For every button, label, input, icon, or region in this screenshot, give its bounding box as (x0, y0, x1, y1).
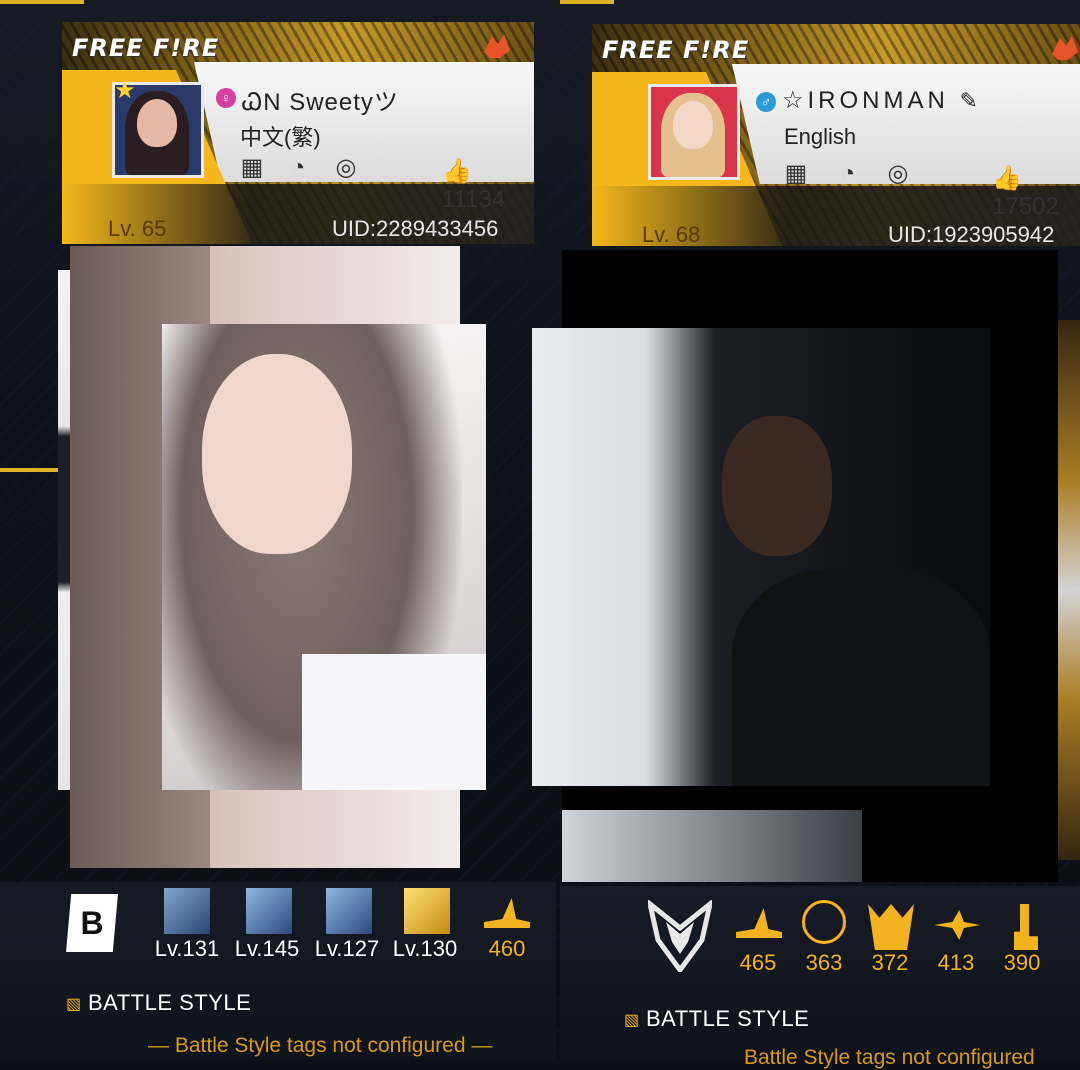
badge-label: 372 (871, 950, 909, 975)
likes-value: 11134 (442, 186, 506, 213)
badge-label: Lv.127 (314, 936, 380, 961)
photo-right-front (532, 328, 990, 786)
edge-tab (560, 0, 614, 4)
player-language: English (784, 124, 857, 149)
clock-icon[interactable]: ◔ (284, 154, 312, 182)
badge-b-icon[interactable]: B (66, 894, 118, 952)
badge-label: Lv.131 (154, 936, 220, 961)
player-language: 中文(繁) (240, 125, 321, 150)
skull-badge-icon[interactable] (246, 888, 292, 934)
edit-icon[interactable]: ✎ (960, 88, 982, 113)
badge-label: 460 (488, 936, 526, 961)
player-level: Lv. 68 (642, 222, 701, 246)
skull-badge-icon[interactable] (802, 900, 846, 944)
crosshair-icon[interactable]: ◎ (884, 160, 912, 188)
photo-face (202, 354, 352, 554)
guild-emblem-icon (484, 34, 510, 58)
player-name: ᏇN Sweetyツ (242, 89, 399, 116)
male-icon: ♂ (756, 92, 776, 112)
weapon-badge-icon[interactable] (164, 888, 210, 934)
photo-left-front (162, 324, 486, 790)
likes-count[interactable]: 👍11134 (442, 157, 534, 214)
calendar-icon[interactable]: ▦ (782, 160, 810, 188)
badge-label: Lv.145 (234, 936, 300, 961)
photo-shirt (302, 654, 486, 790)
female-icon: ♀ (216, 88, 236, 108)
calendar-icon[interactable]: ▦ (238, 154, 266, 182)
photo-head (722, 416, 832, 556)
badge-label: 363 (805, 950, 843, 975)
battle-style-empty-message: — Battle Style tags not configured — (148, 1034, 493, 1057)
photo-shirt (732, 568, 990, 786)
badge-label: Lv.130 (392, 936, 458, 961)
free-fire-logo: FREE F!RE (72, 34, 220, 62)
player-level: Lv. 65 (108, 216, 167, 241)
player-uid[interactable]: UID:2289433456 (332, 216, 498, 242)
battle-style-icon: ▧ (66, 996, 82, 1013)
badge-label: 390 (1003, 950, 1041, 975)
badge-label: 465 (739, 950, 777, 975)
left-profile-card[interactable]: FREE F!RE ★ ♀ ᏇN Sweetyツ 中文(繁) ▦ ◔ ◎ 👍11… (62, 22, 534, 244)
rank-emblem-icon (648, 900, 712, 972)
player-name-text: ☆IRONMAN (782, 87, 949, 114)
avatar[interactable] (648, 84, 740, 180)
emblem-badge-icon[interactable] (404, 888, 450, 934)
badge-label: 413 (937, 950, 975, 975)
likes-count[interactable]: 👍17502 (992, 164, 1080, 221)
avatar-face (673, 101, 713, 149)
battle-style-title: BATTLE STYLE (646, 1006, 810, 1031)
player-uid[interactable]: UID:1923905942 (888, 222, 1054, 246)
photo-window (562, 810, 862, 882)
battle-style-title: BATTLE STYLE (88, 990, 252, 1015)
avatar-face (137, 99, 177, 147)
battle-style-icon: ▧ (624, 1012, 640, 1029)
edge-tab (0, 0, 84, 4)
target-icon[interactable]: ◎ (332, 154, 360, 182)
clock-icon[interactable]: ◔ (834, 160, 862, 188)
right-profile-card[interactable]: FREE F!RE ♂ ☆IRONMAN ✎ English ▦ ◔ ◎ 👍17… (592, 24, 1080, 246)
player-name: ☆IRONMAN ✎ (782, 86, 982, 115)
guild-emblem-icon (1052, 36, 1078, 60)
battle-style-empty-message: Battle Style tags not configured (744, 1046, 1035, 1069)
free-fire-logo: FREE F!RE (602, 36, 750, 64)
likes-value: 17502 (992, 193, 1059, 220)
star-icon: ★ (114, 77, 136, 104)
side-panel-edge (1058, 320, 1080, 860)
dragon-badge-icon[interactable] (326, 888, 372, 934)
